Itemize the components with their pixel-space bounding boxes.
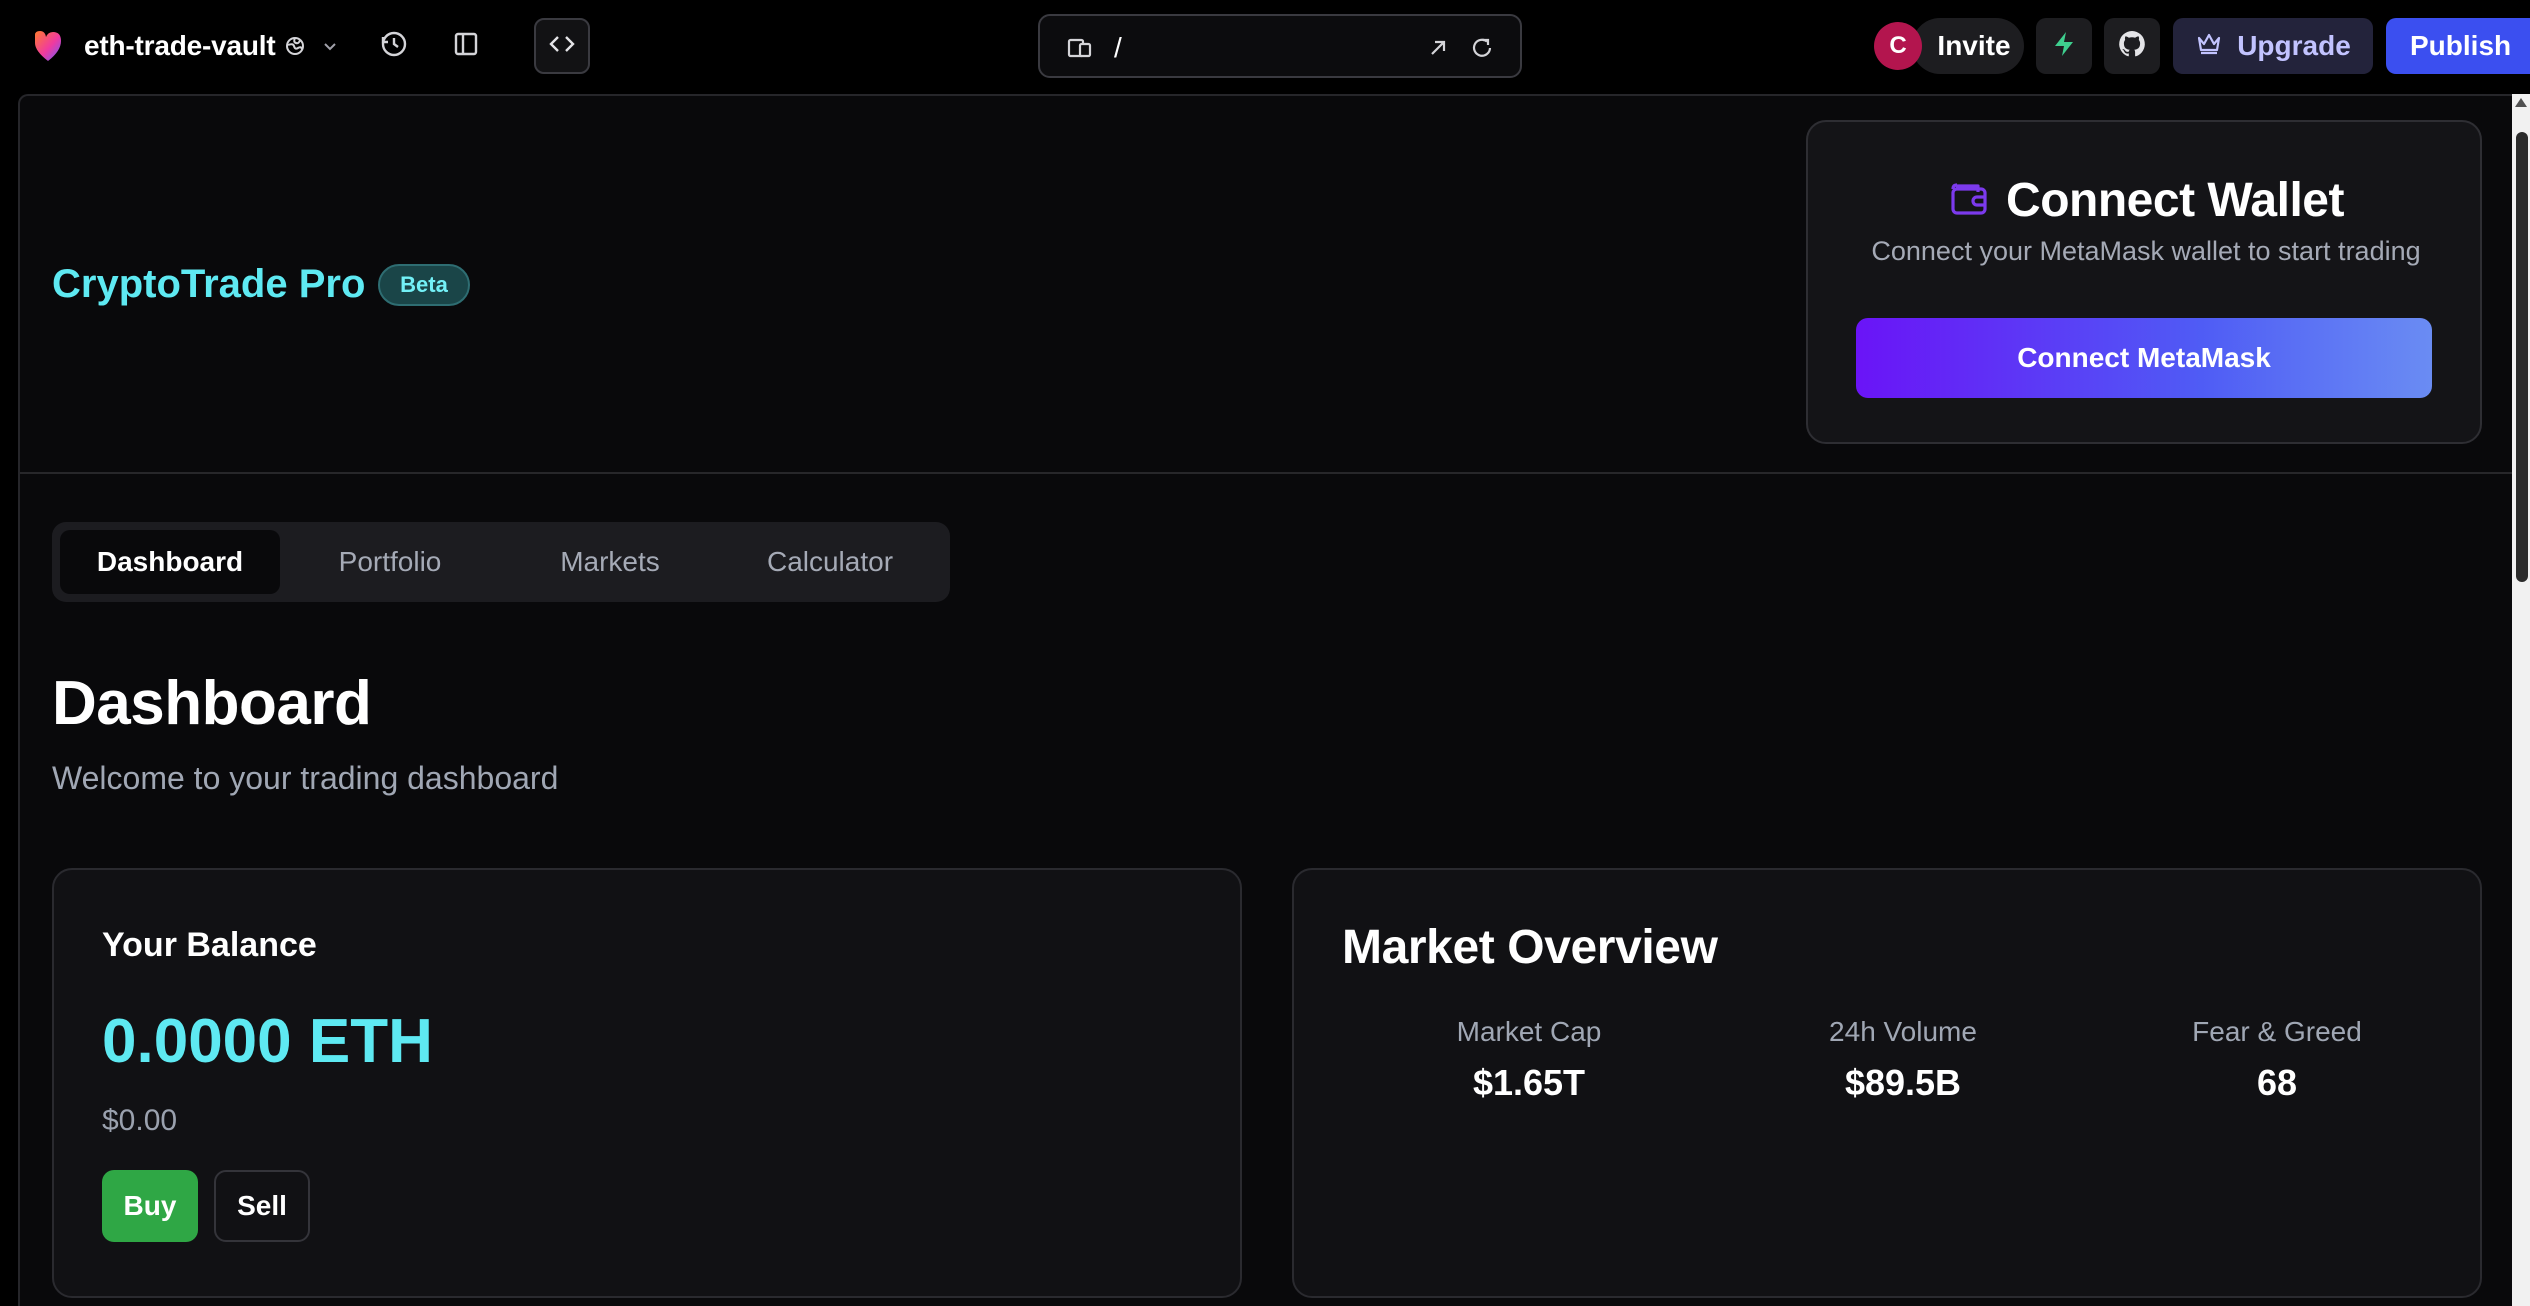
refresh-icon[interactable]: [1468, 34, 1496, 62]
tab-label: Portfolio: [338, 546, 442, 577]
project-name[interactable]: eth-trade-vault: [84, 30, 276, 62]
tab-markets[interactable]: Markets: [500, 530, 720, 594]
stat-fear-greed: Fear & Greed 68: [2090, 1016, 2464, 1104]
tab-label: Dashboard: [96, 546, 244, 577]
usd-balance: $0.00: [102, 1104, 178, 1137]
sell-button[interactable]: Sell: [214, 1170, 310, 1242]
connect-wallet-card: Connect Wallet Connect your MetaMask wal…: [1806, 120, 2482, 444]
buy-button[interactable]: Buy: [102, 1170, 198, 1242]
beta-badge: Beta: [378, 264, 470, 306]
wallet-subtitle: Connect your MetaMask wallet to start tr…: [1871, 236, 2421, 266]
sell-label: Sell: [237, 1190, 287, 1221]
page-title: Dashboard: [52, 669, 372, 738]
stat-value: 68: [2256, 1062, 2298, 1103]
balance-title: Your Balance: [102, 926, 317, 964]
app-header: CryptoTrade Pro Beta Connect Wallet Conn…: [20, 96, 2512, 474]
url-path[interactable]: /: [1114, 32, 1122, 64]
stat-label: Fear & Greed: [2192, 1016, 2362, 1047]
buy-label: Buy: [123, 1190, 177, 1221]
supabase-bolt-icon: [2049, 29, 2079, 64]
stat-value: $1.65T: [1472, 1062, 1586, 1103]
tab-label: Markets: [560, 546, 660, 577]
stat-24h-volume: 24h Volume $89.5B: [1716, 1016, 2090, 1104]
avatar-initial: C: [1889, 32, 1907, 59]
eth-balance: 0.0000 ETH: [102, 1007, 433, 1076]
globe-icon: [285, 35, 307, 57]
history-icon: [379, 29, 409, 64]
chevron-down-icon[interactable]: [321, 35, 343, 57]
supabase-button[interactable]: [2036, 18, 2092, 74]
stat-value: $89.5B: [1844, 1062, 1962, 1103]
github-icon: [2116, 28, 2148, 65]
invite-button[interactable]: Invite: [1912, 18, 2024, 74]
sidebar-toggle-icon: [452, 30, 480, 63]
app-preview: CryptoTrade Pro Beta Connect Wallet Conn…: [18, 94, 2512, 1306]
tab-calculator[interactable]: Calculator: [720, 530, 940, 594]
tab-portfolio[interactable]: Portfolio: [280, 530, 500, 594]
code-view-button[interactable]: [534, 18, 590, 74]
scrollbar-thumb[interactable]: [2516, 132, 2528, 582]
wallet-title-row: Connect Wallet: [1808, 170, 2484, 230]
connect-metamask-button[interactable]: Connect MetaMask: [1856, 318, 2432, 398]
tab-label: Calculator: [766, 546, 894, 577]
external-link-icon[interactable]: [1424, 34, 1452, 62]
scroll-up-arrow-icon[interactable]: [2515, 98, 2527, 107]
connect-metamask-label: Connect MetaMask: [2017, 342, 2271, 373]
invite-label: Invite: [1937, 30, 2011, 61]
wallet-title: Connect Wallet: [2006, 173, 2344, 227]
stat-label: Market Cap: [1456, 1016, 1602, 1047]
editor-toolbar: eth-trade-vault / Invite C Upgrade Publi…: [0, 0, 2530, 92]
brand-title[interactable]: CryptoTrade Pro: [52, 262, 365, 307]
publish-label: Publish: [2410, 30, 2512, 61]
crown-icon: [2195, 29, 2223, 64]
preview-url-bar[interactable]: /: [1038, 14, 1522, 78]
heart-logo-icon[interactable]: [30, 28, 66, 64]
sidebar-toggle-button[interactable]: [438, 18, 494, 74]
history-button[interactable]: [366, 18, 422, 74]
upgrade-label: Upgrade: [2237, 30, 2351, 61]
code-icon: [547, 29, 577, 64]
tab-dashboard[interactable]: Dashboard: [60, 530, 280, 594]
stat-label: 24h Volume: [1829, 1016, 1977, 1047]
device-preview-icon[interactable]: [1066, 34, 1094, 62]
stat-market-cap: Market Cap $1.65T: [1342, 1016, 1716, 1104]
market-title: Market Overview: [1342, 921, 1718, 974]
balance-card: Your Balance 0.0000 ETH $0.00 Buy Sell: [52, 868, 1242, 1298]
project-switcher[interactable]: eth-trade-vault: [30, 22, 343, 70]
market-overview-card: Market Overview Market Cap $1.65T 24h Vo…: [1292, 868, 2482, 1298]
main-tabs: Dashboard Portfolio Markets Calculator: [52, 522, 950, 602]
avatar[interactable]: C: [1874, 22, 1922, 70]
github-button[interactable]: [2104, 18, 2160, 74]
upgrade-button[interactable]: Upgrade: [2173, 18, 2373, 74]
page-subtitle: Welcome to your trading dashboard: [52, 760, 559, 796]
publish-button[interactable]: Publish: [2386, 18, 2530, 74]
wallet-icon: [1948, 177, 1990, 224]
